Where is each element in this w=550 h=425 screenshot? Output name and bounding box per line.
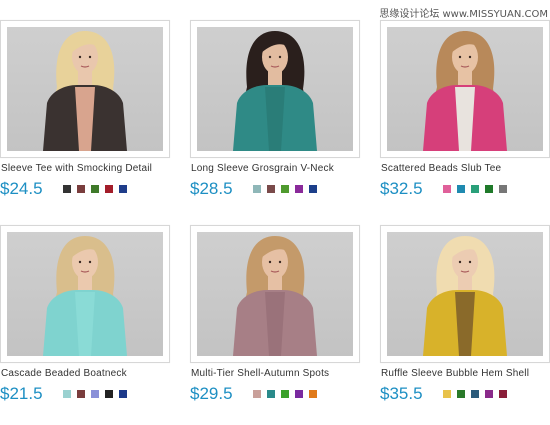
color-swatch[interactable] — [77, 390, 85, 398]
color-swatches — [443, 185, 507, 193]
color-swatch[interactable] — [281, 390, 289, 398]
product-card[interactable]: Sleeve Tee with Smocking Detail $24.5 — [0, 20, 172, 220]
model-illustration — [233, 31, 317, 151]
color-swatch[interactable] — [457, 185, 465, 193]
color-swatch[interactable] — [63, 185, 71, 193]
color-swatch[interactable] — [457, 390, 465, 398]
product-grid: Sleeve Tee with Smocking Detail $24.5 Lo… — [0, 0, 550, 421]
product-price: $24.5 — [0, 179, 43, 198]
product-name[interactable]: Multi-Tier Shell-Autumn Spots — [191, 368, 329, 379]
color-swatch[interactable] — [485, 390, 493, 398]
eye-shape — [278, 55, 282, 59]
model-illustration — [233, 236, 317, 356]
product-photo[interactable] — [197, 27, 353, 151]
product-name[interactable]: Cascade Beaded Boatneck — [1, 368, 127, 379]
color-swatch[interactable] — [281, 185, 289, 193]
color-swatch[interactable] — [105, 185, 113, 193]
color-swatch[interactable] — [309, 185, 317, 193]
eye-shape — [88, 55, 92, 59]
product-price: $29.5 — [190, 384, 233, 403]
eye-shape — [468, 55, 472, 59]
eye-shape — [278, 260, 282, 264]
color-swatches — [443, 390, 507, 398]
color-swatches — [253, 390, 317, 398]
color-swatch[interactable] — [499, 390, 507, 398]
product-card[interactable]: Long Sleeve Grosgrain V-Neck $28.5 — [190, 20, 362, 220]
product-price: $21.5 — [0, 384, 43, 403]
color-swatch[interactable] — [91, 390, 99, 398]
color-swatch[interactable] — [253, 390, 261, 398]
product-photo[interactable] — [387, 27, 543, 151]
color-swatch[interactable] — [295, 185, 303, 193]
product-card[interactable]: Ruffle Sleeve Bubble Hem Shell $35.5 — [380, 225, 550, 425]
product-photo[interactable] — [197, 232, 353, 356]
color-swatch[interactable] — [471, 390, 479, 398]
product-image-frame[interactable] — [0, 20, 170, 158]
color-swatch[interactable] — [443, 185, 451, 193]
product-card[interactable]: Scattered Beads Slub Tee $32.5 — [380, 20, 550, 220]
eye-shape — [458, 260, 462, 264]
product-name[interactable]: Ruffle Sleeve Bubble Hem Shell — [381, 368, 529, 379]
color-swatches — [63, 185, 127, 193]
product-name[interactable]: Sleeve Tee with Smocking Detail — [1, 163, 152, 174]
product-photo[interactable] — [7, 232, 163, 356]
model-illustration — [43, 31, 127, 151]
color-swatch[interactable] — [499, 185, 507, 193]
product-price: $28.5 — [190, 179, 233, 198]
color-swatch[interactable] — [485, 185, 493, 193]
product-name[interactable]: Long Sleeve Grosgrain V-Neck — [191, 163, 334, 174]
product-image-frame[interactable] — [190, 20, 360, 158]
product-image-frame[interactable] — [380, 225, 550, 363]
product-photo[interactable] — [387, 232, 543, 356]
eye-shape — [468, 260, 472, 264]
eye-shape — [268, 260, 272, 264]
product-name[interactable]: Scattered Beads Slub Tee — [381, 163, 501, 174]
product-image-frame[interactable] — [380, 20, 550, 158]
color-swatch[interactable] — [253, 185, 261, 193]
color-swatch[interactable] — [119, 390, 127, 398]
model-illustration — [423, 31, 507, 151]
color-swatch[interactable] — [119, 185, 127, 193]
product-price: $35.5 — [380, 384, 423, 403]
eye-shape — [268, 55, 272, 59]
eye-shape — [78, 55, 82, 59]
eye-shape — [88, 260, 92, 264]
model-illustration — [423, 236, 507, 356]
color-swatch[interactable] — [443, 390, 451, 398]
color-swatch[interactable] — [267, 390, 275, 398]
model-illustration — [43, 236, 127, 356]
color-swatch[interactable] — [105, 390, 113, 398]
color-swatch[interactable] — [267, 185, 275, 193]
eye-shape — [78, 260, 82, 264]
product-photo[interactable] — [7, 27, 163, 151]
product-card[interactable]: Cascade Beaded Boatneck $21.5 — [0, 225, 172, 425]
product-image-frame[interactable] — [0, 225, 170, 363]
color-swatch[interactable] — [309, 390, 317, 398]
color-swatch[interactable] — [77, 185, 85, 193]
product-price: $32.5 — [380, 179, 423, 198]
color-swatch[interactable] — [471, 185, 479, 193]
color-swatch[interactable] — [295, 390, 303, 398]
color-swatch[interactable] — [63, 390, 71, 398]
color-swatches — [63, 390, 127, 398]
color-swatch[interactable] — [91, 185, 99, 193]
product-image-frame[interactable] — [190, 225, 360, 363]
product-card[interactable]: Multi-Tier Shell-Autumn Spots $29.5 — [190, 225, 362, 425]
eye-shape — [458, 55, 462, 59]
color-swatches — [253, 185, 317, 193]
